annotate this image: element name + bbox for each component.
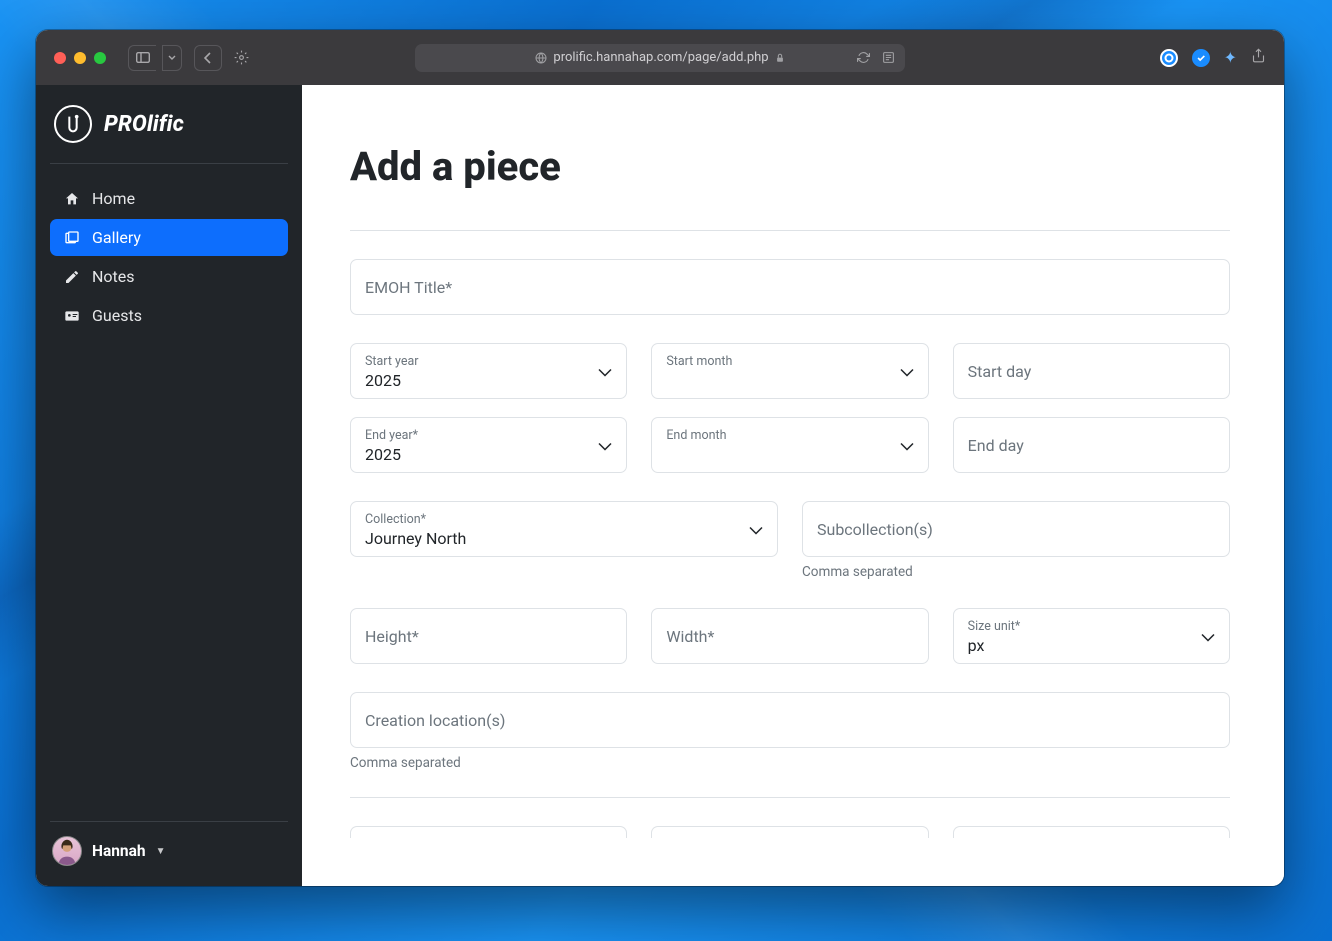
sidebar: PROlific Home Gallery (36, 85, 302, 886)
toolbar-group (128, 45, 254, 71)
sidebar-item-label: Notes (92, 267, 135, 286)
app-root: PROlific Home Gallery (36, 85, 1284, 886)
url-bar[interactable]: prolific.hannahap.com/page/add.php (415, 44, 905, 72)
title-placeholder: EMOH Title* (365, 278, 1215, 297)
user-name: Hannah (92, 842, 146, 860)
settings-button[interactable] (228, 45, 254, 71)
sidebar-icon (136, 52, 150, 63)
brand-name: PROlific (104, 112, 184, 137)
end-day-input[interactable]: End day (953, 417, 1230, 473)
chevron-down-icon (900, 436, 914, 455)
extension-check-icon[interactable] (1192, 49, 1210, 67)
chevron-left-icon (204, 52, 212, 64)
chevron-down-icon (598, 362, 612, 381)
end-year-value: 2025 (365, 445, 612, 464)
pencil-icon (64, 269, 80, 285)
minimize-window-button[interactable] (74, 52, 86, 64)
sidebar-item-gallery[interactable]: Gallery (50, 219, 288, 256)
end-year-label: End year* (365, 428, 612, 443)
sidebar-item-home[interactable]: Home (50, 180, 288, 217)
sidebar-item-label: Guests (92, 306, 142, 325)
start-year-select[interactable]: Start year 2025 (350, 343, 627, 399)
url-text: prolific.hannahap.com/page/add.php (553, 50, 768, 65)
home-icon (64, 191, 80, 207)
chevron-down-icon (168, 55, 176, 60)
subcollection-placeholder: Subcollection(s) (817, 520, 1215, 539)
globe-icon (535, 52, 547, 64)
main-content: Add a piece EMOH Title* Start year 2025 (302, 85, 1284, 886)
width-placeholder: Width* (666, 627, 913, 646)
caret-down-icon: ▼ (156, 846, 166, 857)
lock-icon (775, 52, 785, 64)
user-menu[interactable]: Hannah ▼ (50, 821, 288, 872)
creation-location-input[interactable]: Creation location(s) (350, 692, 1230, 748)
titlebar-right: ✦ (1160, 47, 1266, 68)
partial-field[interactable] (350, 826, 627, 838)
collection-label: Collection* (365, 512, 763, 527)
sidebar-divider (50, 163, 288, 164)
subcollection-helper: Comma separated (802, 564, 1230, 580)
reload-icon[interactable] (857, 51, 870, 64)
extension-1password-icon[interactable] (1160, 49, 1178, 67)
partial-field[interactable] (953, 826, 1230, 838)
title-input[interactable]: EMOH Title* (350, 259, 1230, 315)
sidebar-item-label: Gallery (92, 228, 141, 247)
size-unit-label: Size unit* (968, 619, 1215, 634)
start-month-label: Start month (666, 354, 913, 369)
width-input[interactable]: Width* (651, 608, 928, 664)
collection-select[interactable]: Collection* Journey North (350, 501, 778, 557)
end-year-select[interactable]: End year* 2025 (350, 417, 627, 473)
gear-icon (234, 50, 249, 65)
start-month-value (666, 371, 913, 390)
start-day-input[interactable]: Start day (953, 343, 1230, 399)
sidebar-dropdown-button[interactable] (162, 45, 182, 71)
browser-titlebar: prolific.hannahap.com/page/add.php ✦ (36, 30, 1284, 85)
chevron-down-icon (1201, 627, 1215, 646)
height-input[interactable]: Height* (350, 608, 627, 664)
sidebar-toggle-button[interactable] (128, 45, 156, 71)
subcollection-input[interactable]: Subcollection(s) (802, 501, 1230, 557)
height-placeholder: Height* (365, 627, 612, 646)
back-button[interactable] (194, 45, 222, 71)
gallery-icon (64, 230, 80, 246)
partial-field[interactable] (651, 826, 928, 838)
end-month-select[interactable]: End month (651, 417, 928, 473)
chevron-down-icon (598, 436, 612, 455)
start-day-placeholder: Start day (968, 362, 1215, 381)
end-month-label: End month (666, 428, 913, 443)
extension-sparkle-icon[interactable]: ✦ (1224, 48, 1237, 67)
divider (350, 797, 1230, 798)
reader-icon[interactable] (882, 51, 895, 64)
sidebar-item-notes[interactable]: Notes (50, 258, 288, 295)
start-year-value: 2025 (365, 371, 612, 390)
nav: Home Gallery Notes (50, 180, 288, 334)
share-button[interactable] (1251, 47, 1266, 68)
brand-logo-icon (54, 105, 92, 143)
sidebar-item-label: Home (92, 189, 135, 208)
start-month-select[interactable]: Start month (651, 343, 928, 399)
avatar (52, 836, 82, 866)
maximize-window-button[interactable] (94, 52, 106, 64)
chevron-down-icon (749, 520, 763, 539)
chevron-down-icon (900, 362, 914, 381)
end-month-value (666, 445, 913, 464)
browser-window: prolific.hannahap.com/page/add.php ✦ (36, 30, 1284, 886)
page-title: Add a piece (350, 143, 1230, 190)
creation-location-helper: Comma separated (350, 755, 1230, 771)
divider (350, 230, 1230, 231)
id-card-icon (64, 308, 80, 324)
sidebar-item-guests[interactable]: Guests (50, 297, 288, 334)
start-year-label: Start year (365, 354, 612, 369)
window-controls (54, 52, 106, 64)
brand[interactable]: PROlific (50, 99, 288, 161)
collection-value: Journey North (365, 529, 763, 548)
creation-location-placeholder: Creation location(s) (365, 711, 1215, 730)
urlbar-actions (857, 51, 895, 64)
size-unit-select[interactable]: Size unit* px (953, 608, 1230, 664)
close-window-button[interactable] (54, 52, 66, 64)
end-day-placeholder: End day (968, 436, 1215, 455)
size-unit-value: px (968, 636, 1215, 655)
